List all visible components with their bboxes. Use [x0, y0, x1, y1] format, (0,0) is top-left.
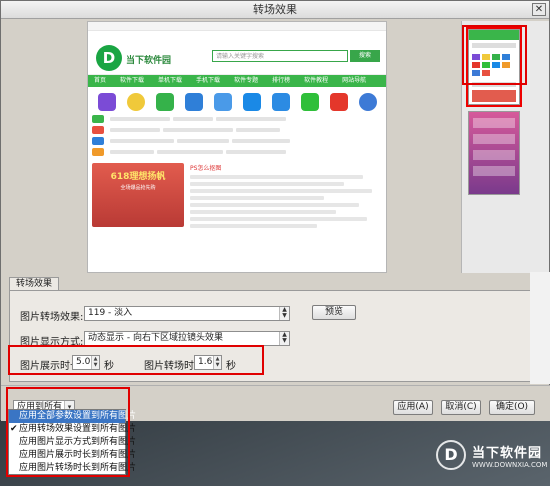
display-duration-unit: 秒: [104, 361, 114, 372]
preview-banner: 618理想扬帆 全场爆品抢先购: [92, 163, 184, 227]
preview-tag-row: [92, 126, 382, 134]
preview-tag: [92, 126, 105, 134]
dropdown-option-label: 应用图片展示时长到所有图片: [19, 450, 137, 460]
preview-site-header: D 当下软件园 请输入关键字搜索 搜索: [88, 31, 386, 75]
banner-subtitle: 全场爆品抢先购: [120, 185, 156, 191]
preview-nav-item: 首页: [94, 77, 107, 84]
preview-topline: [88, 22, 386, 31]
transition-effect-dialog: 转场效果 ✕ D 当下软件园 请输入关键字搜索 搜索 首页 软件下载 单机下载 …: [0, 0, 550, 421]
cancel-button[interactable]: 取消(C): [441, 400, 481, 415]
thumbnail-selected[interactable]: [466, 27, 522, 107]
dropdown-option[interactable]: 应用图片转场时长到所有图片: [9, 462, 136, 475]
spinner-arrows-icon[interactable]: ▲ ▼: [91, 356, 99, 369]
preview-tag-row: [92, 148, 382, 156]
thumbnail[interactable]: [468, 111, 520, 195]
ok-button[interactable]: 确定(O): [489, 400, 535, 415]
spinner-arrows-icon[interactable]: ▲ ▼: [213, 356, 221, 369]
close-icon: ✕: [534, 4, 544, 15]
preview-tag: [92, 148, 105, 156]
preview-content: 618理想扬帆 全场爆品抢先购 PS怎么抠图: [88, 161, 386, 233]
site-name: 当下软件园: [126, 56, 172, 66]
spin-arrows-icon: ▲ ▼: [279, 307, 289, 320]
preview-section-title: PS怎么抠图: [190, 165, 222, 172]
transition-effect-select[interactable]: 119 - 淡入 ▲ ▼: [84, 306, 290, 321]
dropdown-option-label: 应用全部参数设置到所有图片: [19, 411, 137, 421]
preview-tag: [92, 115, 105, 123]
preview-article-list: PS怎么抠图: [190, 163, 382, 231]
watermark: D 当下软件园 WWW.DOWNXIA.COM: [436, 440, 547, 470]
preview-app: [208, 93, 237, 111]
close-button[interactable]: ✕: [532, 3, 546, 16]
preview-tag: [92, 137, 105, 145]
background-window-edge: [530, 272, 550, 384]
preview-tag-row: [92, 137, 382, 145]
preview-search-box: 请输入关键字搜索: [212, 50, 348, 62]
preview-nav-item: 排行榜: [272, 77, 291, 84]
preview-tag-row: [92, 115, 382, 123]
transition-duration-unit: 秒: [226, 361, 236, 372]
preview-nav-item: 软件下载: [120, 77, 145, 84]
preview-tag-rows: [88, 113, 386, 161]
preview-nav: 首页 软件下载 单机下载 手机下载 软件专题 排行榜 软件教程 网站导航: [88, 75, 386, 87]
preview-button[interactable]: 预览: [312, 305, 356, 320]
display-mode-value: 动态显示 - 向右下区域拉镜头效果: [88, 333, 223, 343]
display-duration-spinner[interactable]: 5.0 ▲ ▼: [72, 355, 100, 370]
display-mode-select[interactable]: 动态显示 - 向右下区域拉镜头效果 ▲ ▼: [84, 331, 290, 346]
preview-nav-item: 软件专题: [234, 77, 259, 84]
title-bar[interactable]: 转场效果 ✕: [1, 1, 549, 19]
apply-button[interactable]: 应用(A): [393, 400, 433, 415]
preview-nav-item: 单机下载: [158, 77, 183, 84]
preview-app: [92, 93, 121, 111]
tab-transition-effect[interactable]: 转场效果: [9, 277, 60, 291]
dropdown-option-label: 应用转场效果设置到所有图片: [19, 424, 137, 434]
preview-app: [266, 93, 295, 111]
transition-effect-label: 图片转场效果:: [20, 312, 84, 323]
window-title: 转场效果: [253, 3, 297, 16]
dropdown-option[interactable]: 应用图片展示时长到所有图片: [9, 449, 136, 462]
transition-effect-value: 119 - 淡入: [88, 308, 133, 318]
preview-app: [179, 93, 208, 111]
site-logo-icon: D: [96, 45, 122, 71]
preview-app: [121, 93, 150, 111]
watermark-name: 当下软件园: [472, 445, 543, 461]
preview-search-button: 搜索: [350, 50, 380, 62]
dropdown-option-label: 应用图片显示方式到所有图片: [19, 437, 137, 447]
transition-duration-spinner[interactable]: 1.6 ▲ ▼: [194, 355, 222, 370]
transition-duration-value: 1.6: [198, 357, 213, 367]
banner-title: 618理想扬帆: [110, 172, 166, 182]
dropdown-option[interactable]: ✔ 应用转场效果设置到所有图片: [9, 423, 136, 436]
display-mode-label: 图片显示方式:: [20, 337, 84, 348]
preview-app-icons: [88, 87, 386, 113]
spin-arrows-icon: ▲ ▼: [279, 332, 289, 345]
preview-app: [324, 93, 353, 111]
preview-nav-item: 手机下载: [196, 77, 221, 84]
settings-panel: 图片转场效果: 119 - 淡入 ▲ ▼ 预览 图片显示方式: 动态显示 - 向右…: [9, 290, 545, 382]
display-duration-value: 5.0: [76, 357, 91, 367]
checkmark-icon: ✔: [10, 424, 18, 434]
watermark-url: WWW.DOWNXIA.COM: [472, 460, 548, 469]
image-preview: D 当下软件园 请输入关键字搜索 搜索 首页 软件下载 单机下载 手机下载 软件…: [87, 21, 387, 273]
preview-app: [150, 93, 179, 111]
preview-nav-item: 网站导航: [342, 77, 367, 84]
preview-app: [295, 93, 324, 111]
preview-app: [353, 93, 382, 111]
dropdown-option-label: 应用图片转场时长到所有图片: [19, 463, 137, 473]
preview-app: [237, 93, 266, 111]
dropdown-option[interactable]: 应用全部参数设置到所有图片: [9, 410, 136, 423]
dropdown-option[interactable]: 应用图片显示方式到所有图片: [9, 436, 136, 449]
apply-to-all-dropdown[interactable]: 应用全部参数设置到所有图片 ✔ 应用转场效果设置到所有图片 应用图片显示方式到所有…: [8, 409, 136, 475]
thumbnail-list[interactable]: [461, 21, 549, 273]
watermark-logo-icon: D: [436, 440, 466, 470]
preview-nav-item: 软件教程: [304, 77, 329, 84]
